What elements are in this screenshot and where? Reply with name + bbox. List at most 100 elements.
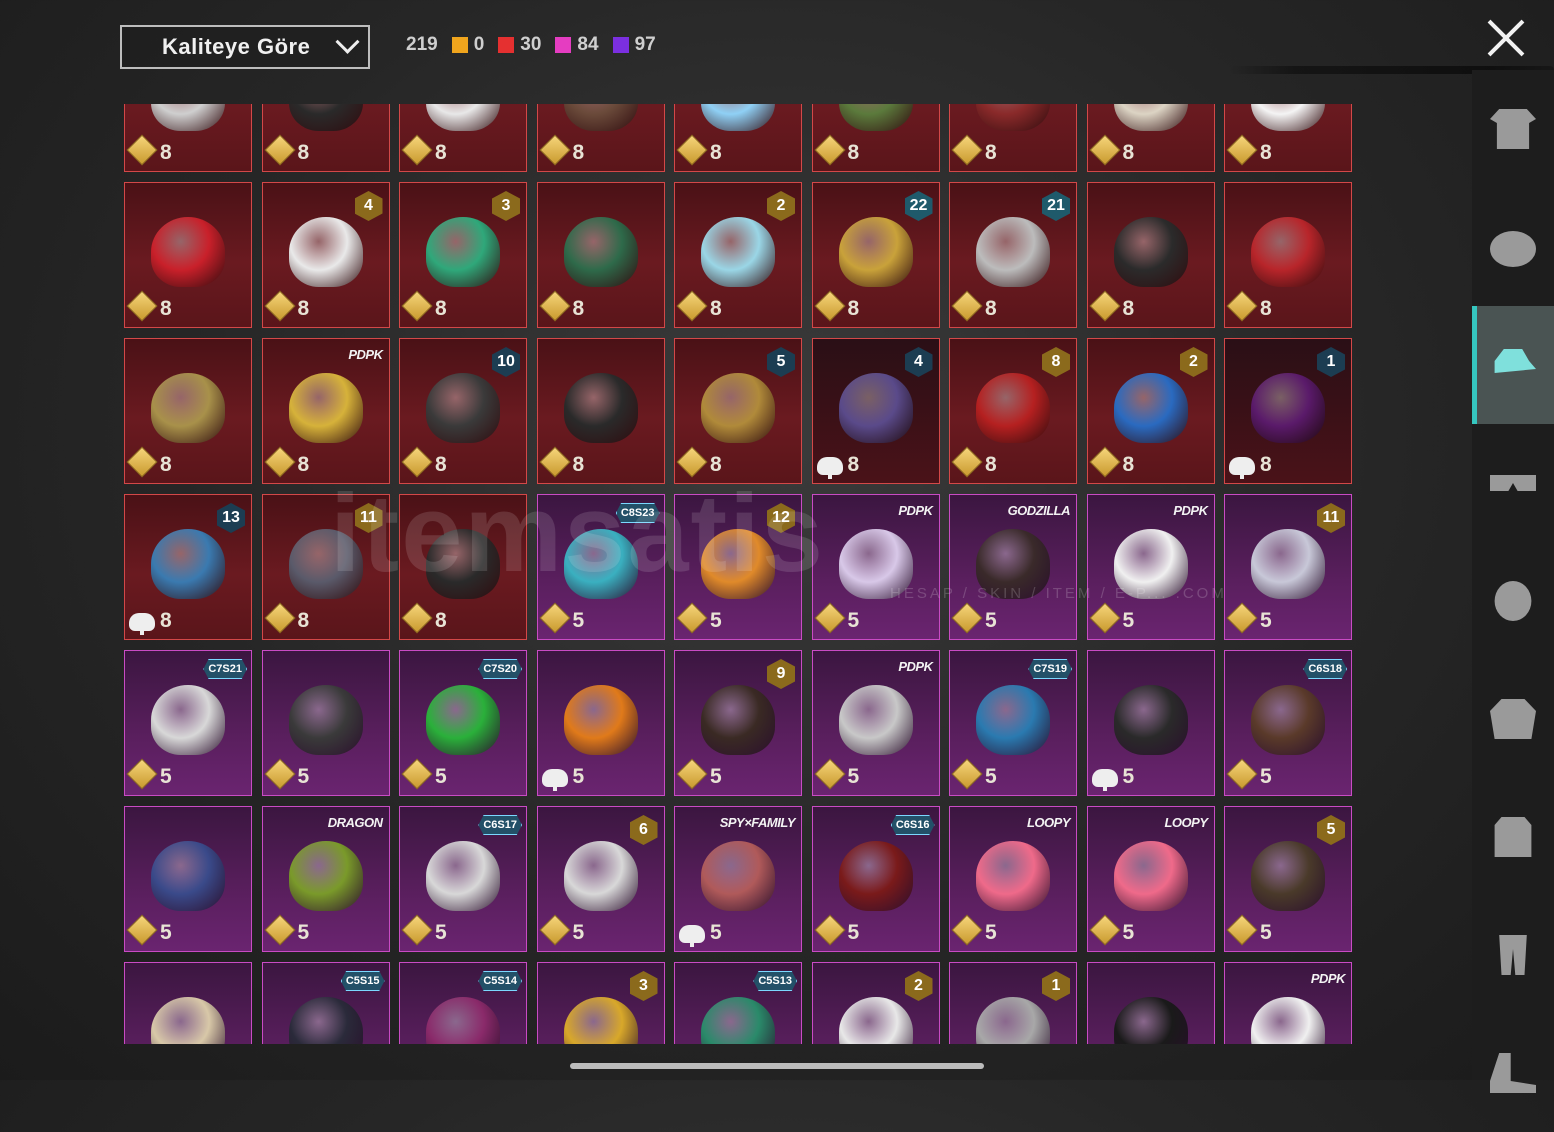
category-tab-mask[interactable] — [1472, 542, 1554, 660]
inventory-item[interactable]: 8 21 — [949, 182, 1077, 328]
inventory-item[interactable]: 5 C7S19 — [949, 650, 1077, 796]
inventory-item[interactable]: 51 — [949, 962, 1077, 1044]
inventory-item[interactable]: 88 — [949, 338, 1077, 484]
inventory-item[interactable]: 5 — [124, 806, 252, 952]
inventory-item[interactable]: 8 — [399, 494, 527, 640]
inventory-item[interactable]: 8 — [1086, 182, 1215, 328]
inventory-item[interactable]: 8 — [811, 104, 940, 172]
inventory-item[interactable]: 5 GODZILLA — [949, 494, 1077, 640]
item-value: 5 — [572, 921, 585, 944]
inventory-item[interactable]: 5 C7S20 — [399, 650, 527, 796]
gem-icon — [1226, 134, 1258, 166]
level-badge: 11 — [354, 503, 383, 533]
inventory-item[interactable]: 5 C7S21 — [124, 650, 252, 796]
inventory-item[interactable]: 8 — [399, 104, 527, 172]
category-tab-glasses[interactable] — [1472, 424, 1554, 542]
gem-icon — [676, 602, 708, 634]
inventory-item[interactable]: 8 10 — [399, 338, 527, 484]
inventory-item[interactable]: 5 — [536, 650, 665, 796]
home-indicator[interactable] — [570, 1063, 984, 1069]
inventory-item[interactable]: 5 SPY×FAMILY — [674, 806, 802, 952]
inventory-item[interactable]: 59 — [674, 650, 802, 796]
close-icon[interactable] — [1484, 16, 1528, 60]
inventory-item[interactable]: 5C5S13 — [674, 962, 802, 1044]
inventory-item[interactable]: 5C5S14 — [399, 962, 527, 1044]
inventory-item[interactable]: 84 — [811, 338, 940, 484]
item-artwork — [288, 997, 363, 1044]
inventory-item[interactable]: 5PDPK — [1086, 494, 1215, 640]
inventory-item[interactable]: 8 — [261, 104, 390, 172]
gem-icon — [1226, 290, 1258, 322]
inventory-item[interactable]: 5 DRAGON — [261, 806, 390, 952]
category-tab-backpack[interactable] — [1472, 778, 1554, 896]
inventory-item[interactable]: 52 — [811, 962, 940, 1044]
item-value: 8 — [985, 297, 997, 320]
inventory-item[interactable]: 5 12 — [674, 494, 802, 640]
inventory-item[interactable]: 8 — [1224, 182, 1352, 328]
season-tag: C6S17 — [478, 815, 522, 835]
inventory-item[interactable]: 56 — [536, 806, 665, 952]
inventory-grid[interactable]: 8 8 8 8 8 8 8 8 8 8 8 4 8 3 8 8 2 8 22 8 21 8 8 8 8 PDPK 8 10 8 8 5 8 4 8… — [120, 104, 1356, 1044]
item-artwork — [151, 217, 225, 288]
inventory-item[interactable]: 85 — [674, 338, 802, 484]
inventory-item[interactable]: 5 LOOPY — [1086, 806, 1215, 952]
inventory-item[interactable]: 8 — [1086, 104, 1215, 172]
inventory-item[interactable]: 8 — [124, 104, 252, 172]
item-value: 5 — [435, 921, 447, 944]
category-tab-shoes[interactable] — [1472, 1014, 1554, 1132]
inventory-item[interactable]: 81 — [1224, 338, 1352, 484]
helmet-icon — [1490, 231, 1536, 267]
level-badge: 3 — [629, 971, 658, 1001]
inventory-item[interactable]: 5PDPK — [811, 650, 940, 796]
sort-dropdown[interactable]: Kaliteye Göre — [120, 25, 370, 69]
category-tab-helmet[interactable] — [1472, 188, 1554, 306]
inventory-item[interactable]: 5 C6S18 — [1224, 650, 1352, 796]
inventory-item[interactable]: 5 C8S23 — [536, 494, 665, 640]
inventory-item[interactable]: 8 — [949, 104, 1077, 172]
inventory-item[interactable]: 5PDPK — [811, 494, 940, 640]
inventory-item[interactable]: 8 — [124, 338, 252, 484]
inventory-item[interactable]: 53 — [536, 962, 665, 1044]
inventory-item[interactable]: 5PDPK — [1224, 962, 1352, 1044]
inventory-item[interactable]: 5 LOOPY — [949, 806, 1077, 952]
inventory-item[interactable]: 5 C6S16 — [811, 806, 940, 952]
inventory-item[interactable]: 8 11 — [261, 494, 390, 640]
inventory-item[interactable]: 8 PDPK — [261, 338, 390, 484]
category-tab-pants[interactable] — [1472, 896, 1554, 1014]
item-value: 5 — [847, 921, 860, 944]
item-artwork — [151, 373, 225, 444]
inventory-item[interactable]: 5 C6S17 — [399, 806, 527, 952]
gem-icon — [951, 446, 983, 478]
inventory-item[interactable]: 8 — [536, 338, 665, 484]
inventory-item[interactable]: 82 — [1086, 338, 1215, 484]
inventory-item[interactable]: 8 — [1224, 104, 1352, 172]
gem-icon — [676, 134, 708, 166]
inventory-item[interactable]: 5 — [1086, 962, 1215, 1044]
inventory-item[interactable]: 5 — [261, 650, 390, 796]
inventory-item[interactable]: 82 — [674, 182, 802, 328]
inventory-item[interactable]: 8 — [536, 182, 665, 328]
inventory-item[interactable]: 8 22 — [811, 182, 940, 328]
gold-square-icon — [451, 37, 468, 53]
inventory-item[interactable]: 5 11 — [1224, 494, 1352, 640]
gem-icon — [951, 290, 983, 322]
gem-icon — [538, 134, 571, 166]
inventory-item[interactable]: 55 — [1224, 806, 1352, 952]
inventory-item[interactable]: 5 — [124, 962, 252, 1044]
level-badge: 3 — [492, 191, 520, 221]
inventory-item[interactable]: 5C5S15 — [261, 962, 390, 1044]
inventory-item[interactable]: 84 — [261, 182, 390, 328]
inventory-item[interactable]: 5 — [1086, 650, 1215, 796]
inventory-item[interactable]: 8 — [124, 182, 252, 328]
item-value: 5 — [1122, 765, 1135, 788]
collab-logo: LOOPY — [1026, 815, 1071, 830]
category-tab-jacket[interactable] — [1472, 660, 1554, 778]
inventory-item[interactable]: 8 13 — [124, 494, 252, 640]
category-tab-hat[interactable] — [1472, 306, 1554, 424]
item-artwork — [288, 373, 363, 444]
category-tab-outfit[interactable] — [1472, 70, 1554, 188]
gem-icon — [401, 290, 433, 322]
inventory-item[interactable]: 8 — [674, 104, 802, 172]
inventory-item[interactable]: 83 — [399, 182, 527, 328]
inventory-item[interactable]: 8 — [536, 104, 665, 172]
